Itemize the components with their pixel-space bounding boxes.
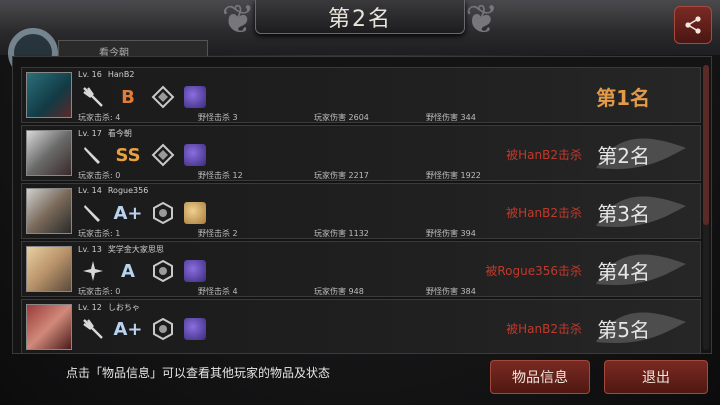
player-name-line: Lv. 16 HanB2	[78, 70, 134, 79]
player-name-line: Lv. 12 しおちゃ	[78, 302, 140, 313]
player-name: 看今朝	[107, 129, 132, 138]
share-button[interactable]	[674, 6, 712, 44]
player-kills: 玩家击杀: 0	[78, 287, 121, 296]
player-damage: 玩家伤害 1132	[314, 229, 369, 238]
player-name-line: Lv. 14 Rogue356	[78, 186, 148, 195]
player-name: しおちゃ	[107, 303, 140, 312]
killed-by-text: 被HanB2击杀	[506, 148, 582, 162]
shuriken-icon	[80, 258, 106, 284]
monster-kills: 野怪击杀 12	[198, 171, 243, 180]
player-damage: 玩家伤害 2604	[314, 113, 369, 122]
equipment-icons: SS	[80, 142, 208, 168]
hint-text: 点击「物品信息」可以查看其他玩家的物品及状态	[66, 366, 331, 380]
equipment-icons: A	[80, 258, 208, 284]
player-row[interactable]: Lv. 12 しおちゃ A+ 被HanB2击杀 第5名	[21, 299, 701, 353]
monster-damage: 野怪伤害 344	[426, 113, 476, 122]
rank-label: 第4名	[597, 260, 650, 284]
monster-kills: 野怪击杀 2	[198, 229, 238, 238]
player-name-line: Lv. 13 奖学金大家思思	[78, 244, 164, 255]
player-level: Lv. 16	[78, 70, 102, 79]
rank-label: 第3名	[597, 202, 650, 226]
ranking-list[interactable]: Lv. 16 HanB2 B 玩家击杀: 4 野怪击杀 3 玩家伤害 2604 野…	[12, 56, 712, 354]
rank-label: 第5名	[597, 318, 650, 342]
player-avatar	[26, 188, 72, 234]
purple-beast-gem-icon	[182, 142, 208, 168]
player-level: Lv. 12	[78, 303, 102, 312]
player-damage: 玩家伤害 948	[314, 287, 364, 296]
purple-beast-gem-icon	[182, 258, 208, 284]
player-damage: 玩家伤害 2217	[314, 171, 369, 180]
rank-label: 第2名	[597, 144, 650, 168]
player-avatar	[26, 72, 72, 118]
player-row[interactable]: Lv. 13 奖学金大家思思 A 玩家击杀: 0 野怪击杀 4 玩家伤害 948 …	[21, 241, 701, 297]
purple-beast-gem-icon	[182, 84, 208, 110]
rank-label: 第1名	[596, 86, 650, 110]
purple-beast-gem-icon	[182, 316, 208, 342]
killed-by-text: 被HanB2击杀	[506, 206, 582, 220]
player-name: HanB2	[107, 70, 135, 79]
grade-badge: A+	[113, 318, 143, 340]
monster-kills: 野怪击杀 3	[198, 113, 238, 122]
grade-badge: B	[121, 86, 135, 108]
equipment-icons: B	[80, 84, 208, 110]
monster-damage: 野怪伤害 384	[426, 287, 476, 296]
game-screen: 看今朝 ❦ ❦ 第2名 Lv. 16 HanB2 B 玩家击杀: 4 野怪击杀 …	[0, 0, 720, 405]
player-row[interactable]: Lv. 14 Rogue356 A+ 玩家击杀: 1 野怪击杀 2 玩家伤害 11…	[21, 183, 701, 239]
dagger-icon	[80, 142, 106, 168]
player-kills: 玩家击杀: 1	[78, 229, 121, 238]
share-icon	[685, 16, 701, 34]
dagger-icon	[80, 200, 106, 226]
title-plate: 第2名	[255, 0, 465, 34]
player-name-line: Lv. 17 看今朝	[78, 128, 132, 139]
equipment-icons: A+	[80, 316, 208, 342]
diamond-emblem-icon	[150, 142, 176, 168]
page-title: 第2名	[328, 6, 392, 32]
monster-damage: 野怪伤害 1922	[426, 171, 481, 180]
claw-icon	[80, 316, 106, 342]
player-name: 奖学金大家思思	[107, 245, 164, 254]
equipment-icons: A+	[80, 200, 208, 226]
monster-damage: 野怪伤害 394	[426, 229, 476, 238]
hexagon-emblem-icon	[150, 316, 176, 342]
exit-button[interactable]: 退出	[604, 360, 708, 394]
player-kills: 玩家击杀: 4	[78, 113, 121, 122]
item-info-button[interactable]: 物品信息	[490, 360, 590, 394]
player-avatar	[26, 130, 72, 176]
grade-badge: A	[121, 260, 135, 282]
scrollbar-thumb[interactable]	[703, 65, 709, 225]
killed-by-text: 被Rogue356击杀	[485, 264, 582, 278]
player-avatar	[26, 304, 72, 350]
killed-by-text: 被HanB2击杀	[506, 322, 582, 336]
player-kills: 玩家击杀: 0	[78, 171, 121, 180]
gold-hand-gem-icon	[182, 200, 208, 226]
claw-icon	[80, 84, 106, 110]
hexagon-emblem-icon	[150, 200, 176, 226]
hexagon-emblem-icon	[150, 258, 176, 284]
player-row[interactable]: Lv. 17 看今朝 SS 玩家击杀: 0 野怪击杀 12 玩家伤害 2217 野…	[21, 125, 701, 181]
grade-badge: A+	[113, 202, 143, 224]
player-level: Lv. 13	[78, 245, 102, 254]
diamond-emblem-icon	[150, 84, 176, 110]
player-level: Lv. 17	[78, 129, 102, 138]
player-level: Lv. 14	[78, 186, 102, 195]
left-wing-ornament-icon: ❦	[221, 0, 255, 43]
monster-kills: 野怪击杀 4	[198, 287, 238, 296]
player-name: Rogue356	[107, 186, 149, 195]
right-wing-ornament-icon: ❦	[465, 0, 499, 43]
player-row[interactable]: Lv. 16 HanB2 B 玩家击杀: 4 野怪击杀 3 玩家伤害 2604 野…	[21, 67, 701, 123]
player-avatar	[26, 246, 72, 292]
grade-badge: SS	[115, 144, 141, 166]
